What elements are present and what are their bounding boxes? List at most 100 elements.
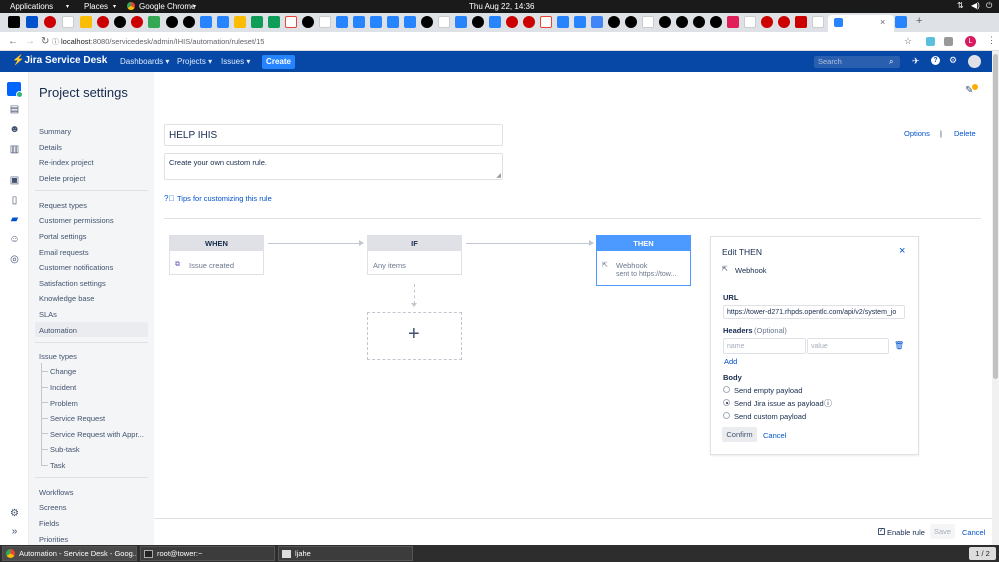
search-input[interactable]: Search	[814, 56, 900, 68]
ansible-tab-icon[interactable]	[693, 16, 705, 28]
sidebar-item-fields[interactable]: Fields	[39, 519, 59, 528]
sidebar-item-delete-project[interactable]: Delete project	[39, 174, 85, 183]
header-name-input[interactable]: name	[723, 338, 806, 354]
reports-icon[interactable]: ▥	[9, 144, 20, 155]
gmail-tab-icon[interactable]	[540, 16, 552, 28]
task-terminal[interactable]: root@tower:~	[140, 546, 275, 561]
ansible-tab-icon[interactable]	[114, 16, 126, 28]
sidebar-item-portal-settings[interactable]: Portal settings	[39, 232, 87, 241]
applications-menu[interactable]: Applications	[10, 2, 53, 11]
save-button[interactable]: Save	[930, 524, 955, 539]
sidebar-item-workflows[interactable]: Workflows	[39, 488, 73, 497]
jira-tab-icon[interactable]	[353, 16, 365, 28]
ansible-tab-icon[interactable]	[710, 16, 722, 28]
drive-tab-icon[interactable]	[80, 16, 92, 28]
sidebar-item-change[interactable]: Change	[50, 367, 76, 376]
task-other[interactable]: ljahe	[278, 546, 413, 561]
options-link[interactable]: Options	[904, 129, 930, 138]
sidebar-item-details[interactable]: Details	[39, 143, 62, 152]
jira-tab-icon[interactable]	[336, 16, 348, 28]
sidebar-item-service-request-approvals[interactable]: Service Request with Appr...	[50, 430, 144, 439]
customers-icon[interactable]: ☻	[9, 124, 20, 135]
drive-tab-icon[interactable]	[148, 16, 160, 28]
scrollbar-thumb[interactable]	[993, 54, 998, 379]
tips-link[interactable]: Tips for customizing this rule	[177, 194, 272, 203]
jira-tab-icon[interactable]	[404, 16, 416, 28]
ansible-tab-icon[interactable]	[421, 16, 433, 28]
cancel-button[interactable]: Cancel	[962, 528, 985, 537]
sidebar-item-problem[interactable]: Problem	[50, 399, 78, 408]
jira-tab-icon[interactable]	[387, 16, 399, 28]
redhat-tab-icon[interactable]	[131, 16, 143, 28]
url-field[interactable]: localhost:8080/servicedesk/admin/IHIS/au…	[61, 37, 264, 46]
redhat-tab-icon[interactable]	[44, 16, 56, 28]
jira-tab-icon[interactable]	[489, 16, 501, 28]
rule-name-input[interactable]: HELP IHIS	[164, 124, 503, 146]
document-icon[interactable]: ▯	[9, 195, 20, 206]
sidebar-item-service-request[interactable]: Service Request	[50, 414, 105, 423]
google-tab-icon[interactable]	[319, 16, 331, 28]
places-menu[interactable]: Places	[84, 2, 108, 11]
sidebar-item-customer-notifications[interactable]: Customer notifications	[39, 263, 113, 272]
sidebar-item-screens[interactable]: Screens	[39, 503, 67, 512]
slides-tab-icon[interactable]	[234, 16, 246, 28]
raise-request-icon[interactable]: ▣	[9, 175, 20, 186]
sidebar-item-summary[interactable]: Summary	[39, 127, 71, 136]
sidebar-item-knowledge-base[interactable]: Knowledge base	[39, 294, 94, 303]
compass-icon[interactable]: ◎	[9, 254, 20, 265]
search-icon[interactable]: ⌕	[889, 57, 893, 67]
help-icon[interactable]: ?	[931, 56, 940, 65]
add-header-link[interactable]: Add	[724, 357, 737, 366]
jira-tab-icon[interactable]	[557, 16, 569, 28]
jira-tab-icon[interactable]	[370, 16, 382, 28]
ansible-tab-icon[interactable]	[183, 16, 195, 28]
redhat-tab-icon[interactable]	[795, 16, 807, 28]
resize-handle-icon[interactable]: ◢	[496, 172, 501, 179]
workspace-indicator[interactable]: 1 / 2	[969, 547, 996, 560]
sidebar-item-automation[interactable]: Automation	[39, 326, 77, 335]
sidebar-item-customer-permissions[interactable]: Customer permissions	[39, 216, 114, 225]
sidebar-item-incident[interactable]: Incident	[50, 383, 76, 392]
feedback-icon[interactable]: ▰	[9, 214, 20, 225]
sidebar-item-issue-types[interactable]: Issue types	[39, 352, 77, 361]
bolt-tab-icon[interactable]	[574, 16, 586, 28]
ansible-tab-icon[interactable]	[302, 16, 314, 28]
ansible-tab-icon[interactable]	[608, 16, 620, 28]
sidebar-item-subtask[interactable]: Sub-task	[50, 445, 80, 454]
tab-close-icon[interactable]: ×	[880, 17, 885, 27]
enable-rule-checkbox[interactable]: ✓	[878, 528, 885, 535]
task-chrome[interactable]: Automation - Service Desk - Goog...	[2, 546, 137, 561]
ansible-tab-icon[interactable]	[659, 16, 671, 28]
confirm-button[interactable]: Confirm	[722, 427, 757, 442]
settings-gear-icon[interactable]: ⚙	[949, 55, 957, 66]
extension-icon[interactable]	[926, 37, 935, 46]
sidebar-item-reindex[interactable]: Re-index project	[39, 158, 94, 167]
clock[interactable]: Thu Aug 22, 14:36	[469, 2, 534, 11]
jira-tab-icon[interactable]	[455, 16, 467, 28]
new-tab-button[interactable]: +	[916, 15, 922, 27]
gmail-tab-icon[interactable]	[285, 16, 297, 28]
back-icon[interactable]: ←	[8, 36, 18, 47]
jira-tab-icon[interactable]	[200, 16, 212, 28]
info-icon[interactable]: ⓘ	[52, 37, 59, 47]
google-tab-icon[interactable]	[642, 16, 654, 28]
radio-jira-payload[interactable]	[723, 399, 730, 406]
redhat-tab-icon[interactable]	[778, 16, 790, 28]
volume-icon[interactable]: ◀)	[971, 1, 980, 10]
redhat-tab-icon[interactable]	[97, 16, 109, 28]
menu-icon[interactable]: ⋮	[987, 35, 996, 46]
sidebar-item-priorities[interactable]: Priorities	[39, 535, 68, 544]
close-icon[interactable]: ×	[899, 245, 905, 257]
sidebar-item-task[interactable]: Task	[50, 461, 65, 470]
sidebar-item-satisfaction-settings[interactable]: Satisfaction settings	[39, 279, 106, 288]
slack-tab-icon[interactable]	[727, 16, 739, 28]
trello-tab-icon[interactable]	[26, 16, 38, 28]
add-person-icon[interactable]: ☺	[9, 234, 20, 245]
jira-tab-icon[interactable]	[895, 16, 907, 28]
user-avatar[interactable]	[968, 55, 981, 68]
page-tab-icon[interactable]	[812, 16, 824, 28]
sidebar-item-request-types[interactable]: Request types	[39, 201, 87, 210]
url-input[interactable]: https://tower-d271.rhpds.opentlc.com/api…	[723, 305, 905, 319]
forward-icon[interactable]: →	[25, 36, 35, 47]
ansible-tab-icon[interactable]	[166, 16, 178, 28]
